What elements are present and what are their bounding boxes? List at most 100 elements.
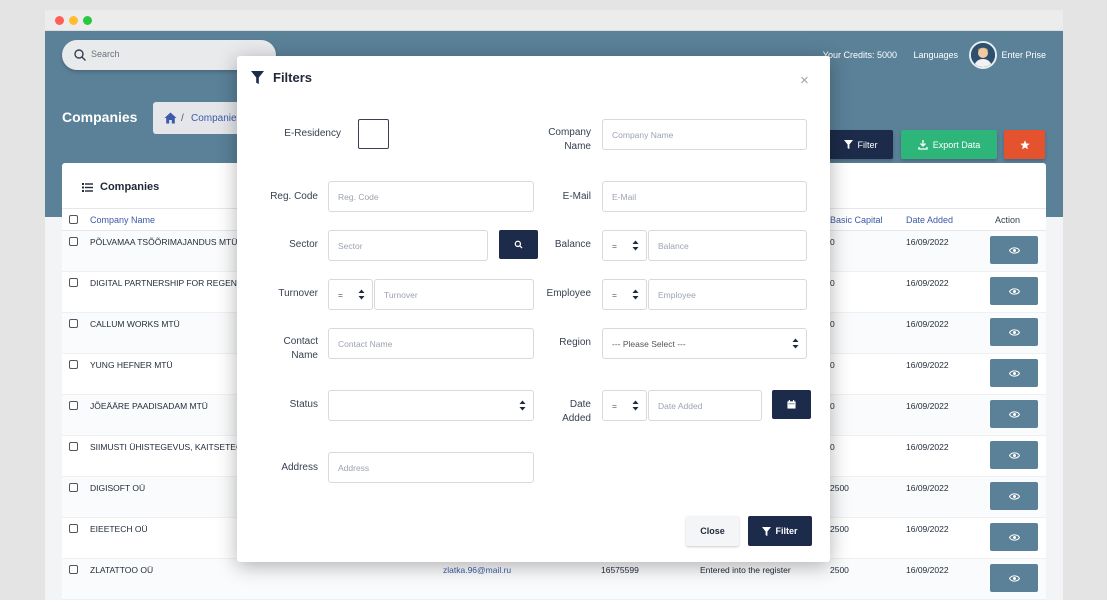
user-name[interactable]: Enter Prise [1001, 50, 1046, 60]
capital-cell: 0 [830, 237, 835, 247]
row-checkbox[interactable] [69, 237, 78, 246]
column-basic-capital[interactable]: Basic Capital [830, 215, 883, 225]
column-company-name[interactable]: Company Name [90, 215, 155, 225]
favorite-button[interactable] [1004, 130, 1045, 159]
date-added-placeholder: Date Added [658, 400, 703, 411]
modal-close-icon[interactable]: × [800, 72, 809, 89]
company-name-cell: SIIMUSTI ÜHISTEGEVUS, KAITSETEGEV [90, 442, 254, 452]
employee-input[interactable]: Employee [648, 279, 807, 310]
close-window-button[interactable] [55, 16, 64, 25]
column-action: Action [995, 215, 1021, 225]
sector-search-button[interactable] [499, 230, 538, 259]
user-avatar-icon [971, 43, 995, 67]
region-value: --- Please Select --- [612, 338, 686, 349]
status-select[interactable] [328, 390, 534, 421]
employee-operator-select[interactable]: = [602, 279, 647, 310]
view-button[interactable] [990, 318, 1038, 346]
date-cell: 16/09/2022 [906, 401, 949, 411]
row-checkbox[interactable] [69, 278, 78, 287]
turnover-placeholder: Turnover [384, 289, 418, 300]
filter-button[interactable]: Filter [828, 130, 893, 159]
eye-icon [1008, 410, 1020, 418]
turnover-operator-value: = [338, 289, 343, 300]
sector-input[interactable]: Sector [328, 230, 488, 261]
contact-name-input[interactable]: Contact Name [328, 328, 534, 359]
view-button[interactable] [990, 400, 1038, 428]
eye-icon [1008, 369, 1020, 377]
modal-title-text: Filters [273, 70, 313, 85]
view-button[interactable] [990, 564, 1038, 592]
label-turnover: Turnover [278, 288, 318, 299]
funnel-icon [762, 526, 772, 536]
home-icon[interactable] [164, 112, 177, 124]
capital-cell: 0 [830, 401, 835, 411]
apply-filter-button[interactable]: Filter [748, 516, 812, 546]
view-button[interactable] [990, 523, 1038, 551]
view-button[interactable] [990, 441, 1038, 469]
company-name-input[interactable]: Company Name [602, 119, 807, 150]
view-button[interactable] [990, 236, 1038, 264]
date-operator-select[interactable]: = [602, 390, 647, 421]
label-date-added: Date Added [562, 399, 591, 424]
balance-operator-value: = [612, 240, 617, 251]
avatar[interactable] [969, 41, 997, 69]
sort-caret-icon [632, 400, 639, 411]
region-select[interactable]: --- Please Select --- [602, 328, 807, 359]
email-cell[interactable]: zlatka.96@mail.ru [443, 565, 511, 575]
sort-caret-icon [632, 289, 639, 300]
export-data-label: Export Data [932, 139, 981, 150]
languages-menu[interactable]: Languages [913, 50, 958, 60]
close-button[interactable]: Close [686, 516, 739, 546]
export-data-button[interactable]: Export Data [901, 130, 997, 159]
row-checkbox[interactable] [69, 565, 78, 574]
employee-placeholder: Employee [658, 289, 696, 300]
minimize-window-button[interactable] [69, 16, 78, 25]
e-residency-checkbox[interactable] [358, 119, 389, 149]
company-name-cell: DIGITAL PARTNERSHIP FOR REGENERA [90, 278, 255, 288]
search-placeholder: Search [91, 49, 120, 59]
row-checkbox[interactable] [69, 483, 78, 492]
company-name-cell: CALLUM WORKS MTÜ [90, 319, 180, 329]
turnover-operator-select[interactable]: = [328, 279, 373, 310]
label-balance: Balance [554, 239, 591, 250]
table-row: ZLATATTOO OÜ zlatka.96@mail.ru 16575599 … [62, 559, 1046, 600]
view-button[interactable] [990, 277, 1038, 305]
row-checkbox[interactable] [69, 360, 78, 369]
breadcrumb-separator: / [181, 113, 184, 124]
contact-name-placeholder: Contact Name [338, 338, 393, 349]
breadcrumb-companies[interactable]: Companies [191, 113, 242, 124]
eye-icon [1008, 287, 1020, 295]
address-input[interactable]: Address [328, 452, 534, 483]
row-checkbox[interactable] [69, 401, 78, 410]
column-date-added[interactable]: Date Added [906, 215, 953, 225]
capital-cell: 0 [830, 442, 835, 452]
filter-button-label: Filter [857, 139, 878, 150]
view-button[interactable] [990, 359, 1038, 387]
row-checkbox[interactable] [69, 524, 78, 533]
label-address: Address [281, 462, 318, 473]
date-added-input[interactable]: Date Added [648, 390, 762, 421]
date-cell: 16/09/2022 [906, 360, 949, 370]
row-checkbox[interactable] [69, 319, 78, 328]
capital-cell: 2500 [830, 565, 849, 575]
balance-input[interactable]: Balance [648, 230, 807, 261]
view-button[interactable] [990, 482, 1038, 510]
credits-text: Your Credits: 5000 [822, 50, 897, 60]
list-icon [82, 182, 93, 192]
row-checkbox[interactable] [69, 442, 78, 451]
maximize-window-button[interactable] [83, 16, 92, 25]
date-picker-button[interactable] [772, 390, 811, 419]
balance-operator-select[interactable]: = [602, 230, 647, 261]
company-name-cell: ZLATATTOO OÜ [90, 565, 154, 575]
status-cell: Entered into the register [700, 565, 791, 575]
select-all-checkbox[interactable] [69, 215, 78, 224]
email-input[interactable]: E-Mail [602, 181, 807, 212]
star-icon [1019, 139, 1030, 149]
window-titlebar [45, 10, 1063, 31]
email-placeholder: E-Mail [612, 191, 637, 202]
turnover-input[interactable]: Turnover [374, 279, 534, 310]
filters-modal: Filters × E-Residency Company Name Compa… [237, 56, 830, 562]
close-button-label: Close [700, 526, 725, 536]
reg-code-placeholder: Reg. Code [338, 191, 379, 202]
reg-code-input[interactable]: Reg. Code [328, 181, 534, 212]
